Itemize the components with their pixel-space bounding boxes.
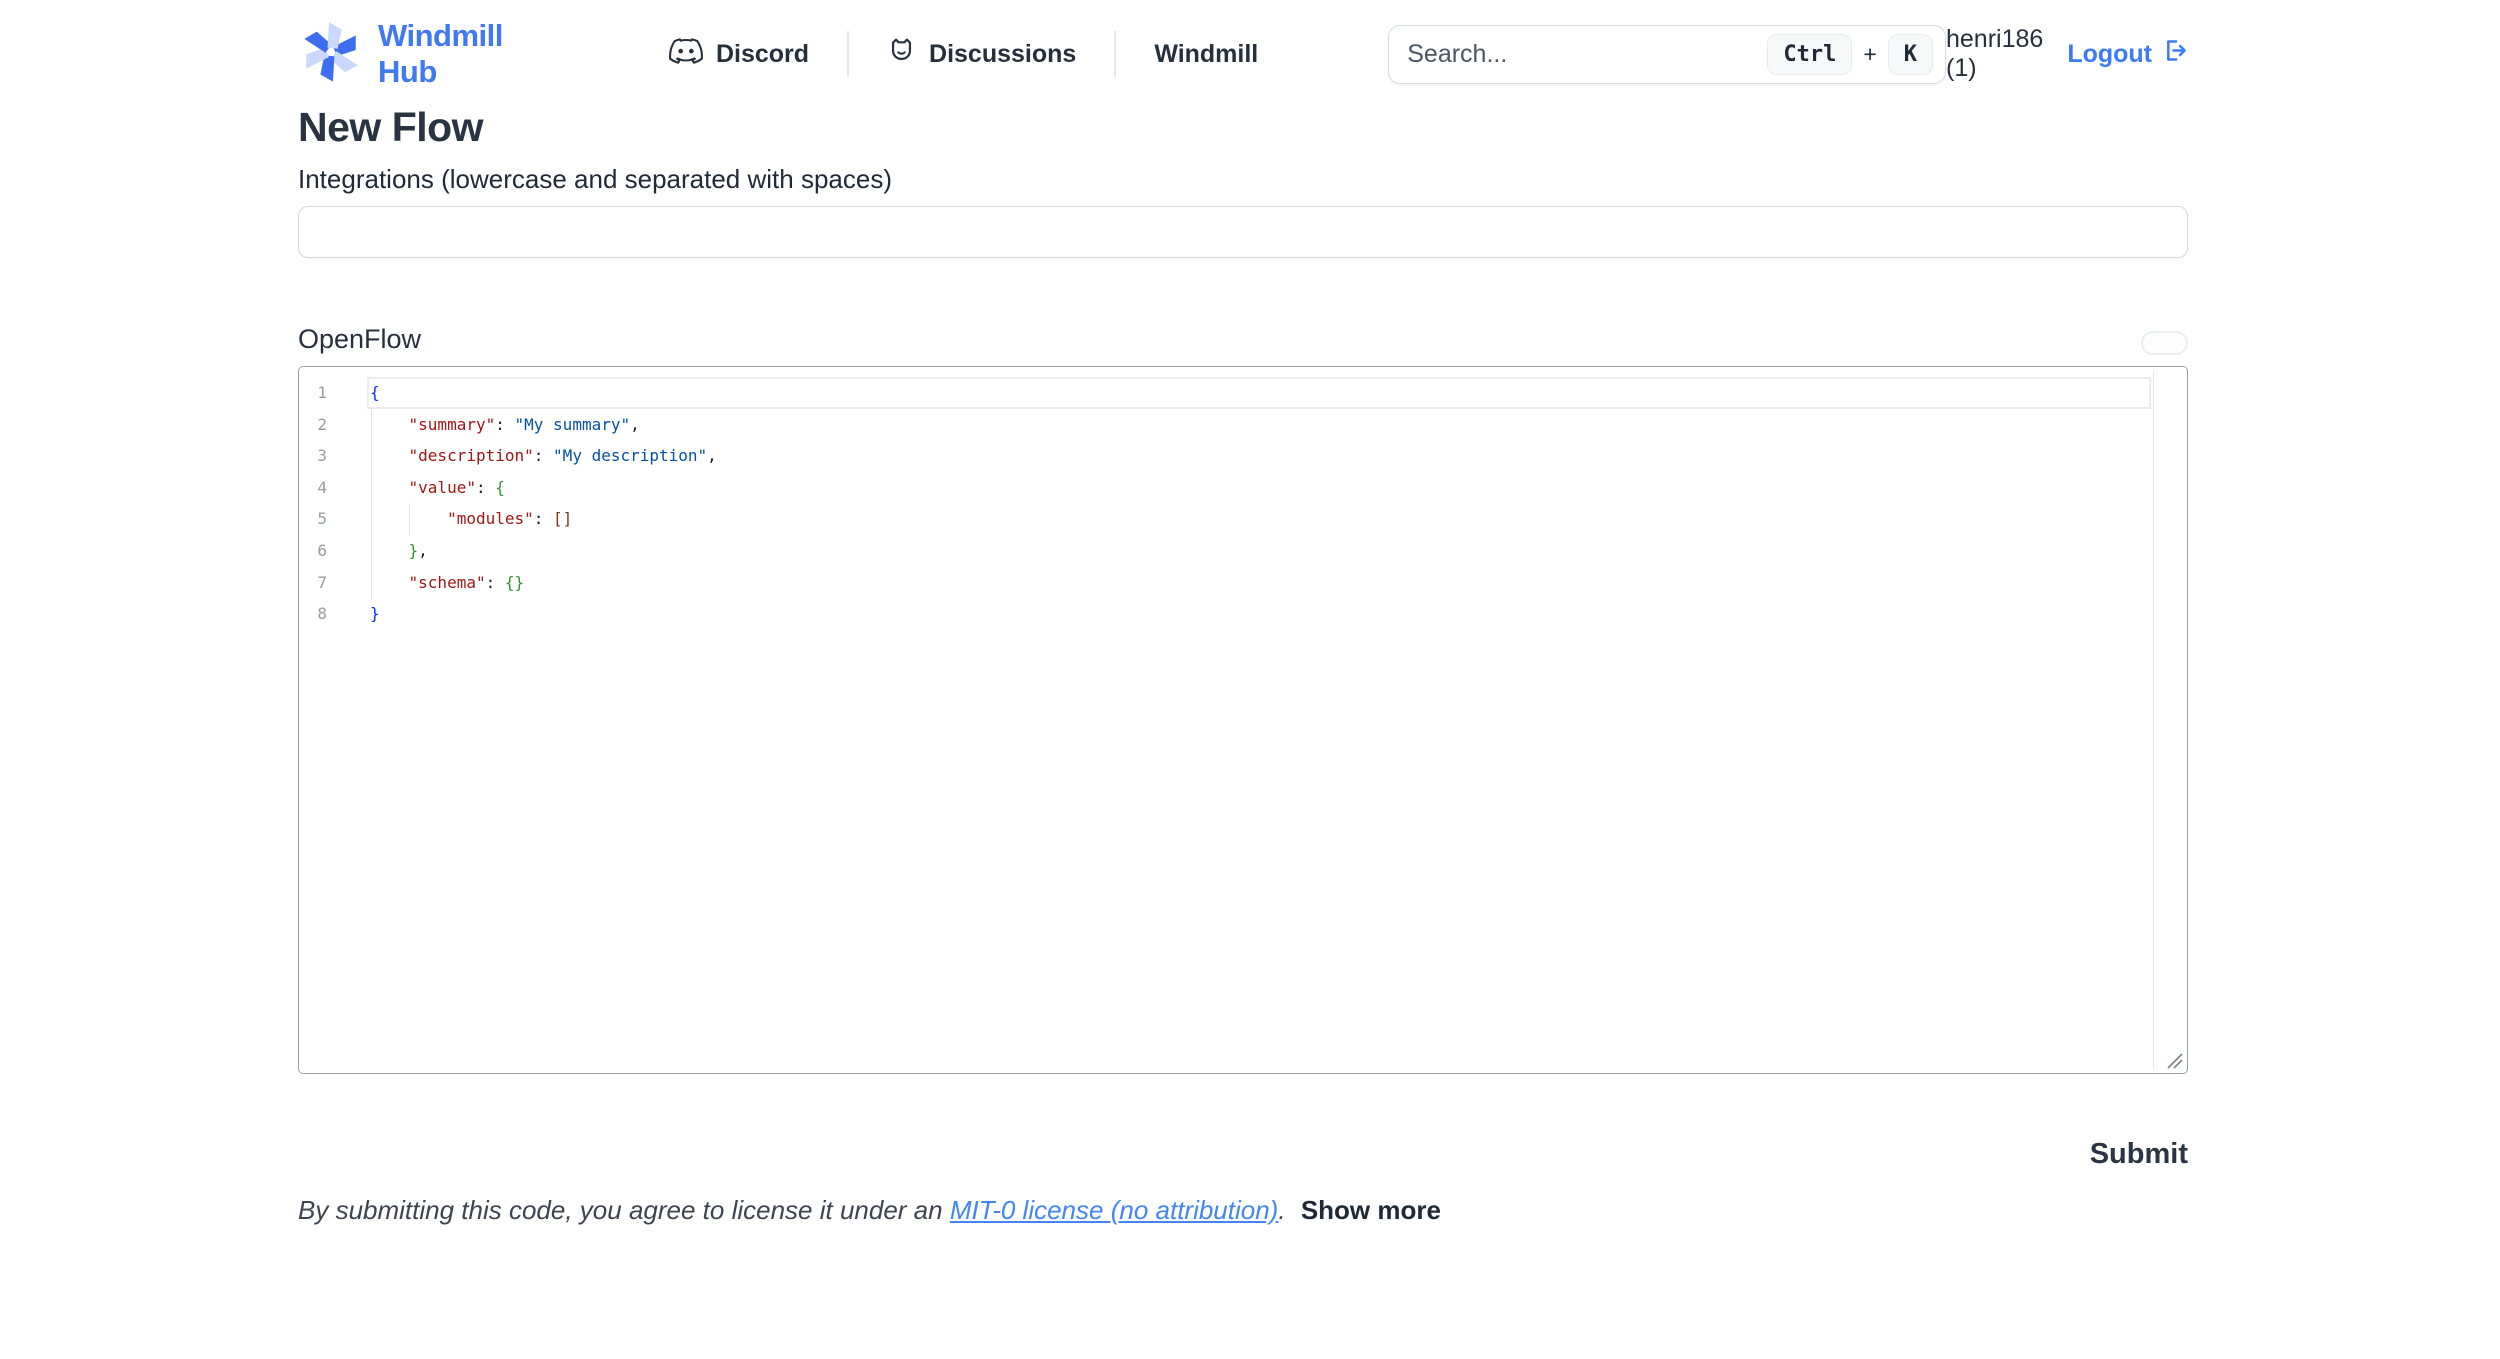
nav-item-discussions[interactable]: Discussions (849, 36, 1114, 72)
kbd-ctrl: Ctrl (1767, 34, 1852, 75)
header: Windmill Hub Discord (298, 0, 2188, 88)
nav-item-discord[interactable]: Discord (631, 37, 847, 71)
brand-logo-link[interactable]: Windmill Hub (298, 18, 533, 90)
overview-ruler (2153, 371, 2154, 1069)
code-lines: { "summary": "My summary", "description"… (370, 377, 2147, 630)
page-title: New Flow (298, 104, 2188, 151)
line-number: 4 (299, 472, 327, 504)
license-text-prefix: By submitting this code, you agree to li… (298, 1195, 950, 1225)
github-discussions-icon (887, 36, 916, 72)
mit-license-link[interactable]: MIT-0 license (no attribution) (950, 1195, 1279, 1225)
search-bar: Ctrl + K (1388, 25, 1946, 84)
line-number: 7 (299, 567, 327, 599)
main-nav: Discord Discussions Windmill (631, 31, 1296, 77)
windmill-logo-icon (298, 19, 364, 90)
integrations-label: Integrations (lowercase and separated wi… (298, 164, 2188, 195)
submit-button[interactable]: Submit (2090, 1138, 2188, 1171)
logout-button[interactable]: Logout (2067, 37, 2188, 71)
line-number: 2 (299, 409, 327, 441)
line-number: 5 (299, 503, 327, 535)
editor-toggle[interactable] (2141, 331, 2188, 355)
line-number: 6 (299, 535, 327, 567)
nav-item-label: Discord (716, 40, 809, 69)
license-note: By submitting this code, you agree to li… (298, 1195, 2188, 1226)
kbd-k: K (1888, 34, 1933, 75)
code-line: "schema": {} (370, 567, 2147, 599)
user-area: henri186 (1) Logout (1946, 25, 2188, 83)
code-line: }, (370, 535, 2147, 567)
license-text-suffix: . (1278, 1195, 1292, 1225)
openflow-label: OpenFlow (298, 324, 421, 355)
username[interactable]: henri186 (1) (1946, 25, 2043, 83)
nav-item-windmill[interactable]: Windmill (1116, 40, 1296, 69)
code-line: { (370, 377, 2147, 409)
code-line: } (370, 598, 2147, 630)
code-line: "value": { (370, 472, 2147, 504)
openflow-code-editor[interactable]: 12345678 { "summary": "My summary", "des… (298, 366, 2188, 1074)
integrations-input[interactable] (298, 206, 2188, 258)
code-line: "modules": [] (370, 503, 2147, 535)
line-number: 8 (299, 598, 327, 630)
nav-item-label: Windmill (1154, 40, 1258, 69)
line-number: 3 (299, 440, 327, 472)
nav-item-label: Discussions (929, 40, 1076, 69)
gutter: 12345678 (299, 377, 327, 630)
code-line: "description": "My description", (370, 440, 2147, 472)
line-number: 1 (299, 377, 327, 409)
show-more-button[interactable]: Show more (1301, 1195, 1441, 1225)
code-line: "summary": "My summary", (370, 409, 2147, 441)
logout-label: Logout (2067, 40, 2152, 69)
logout-icon (2161, 37, 2188, 71)
search-input[interactable] (1395, 40, 1767, 69)
discord-icon (669, 37, 703, 71)
editor-resize-handle[interactable] (2164, 1050, 2184, 1070)
brand-name: Windmill Hub (378, 18, 533, 90)
kbd-plus: + (1863, 41, 1876, 68)
